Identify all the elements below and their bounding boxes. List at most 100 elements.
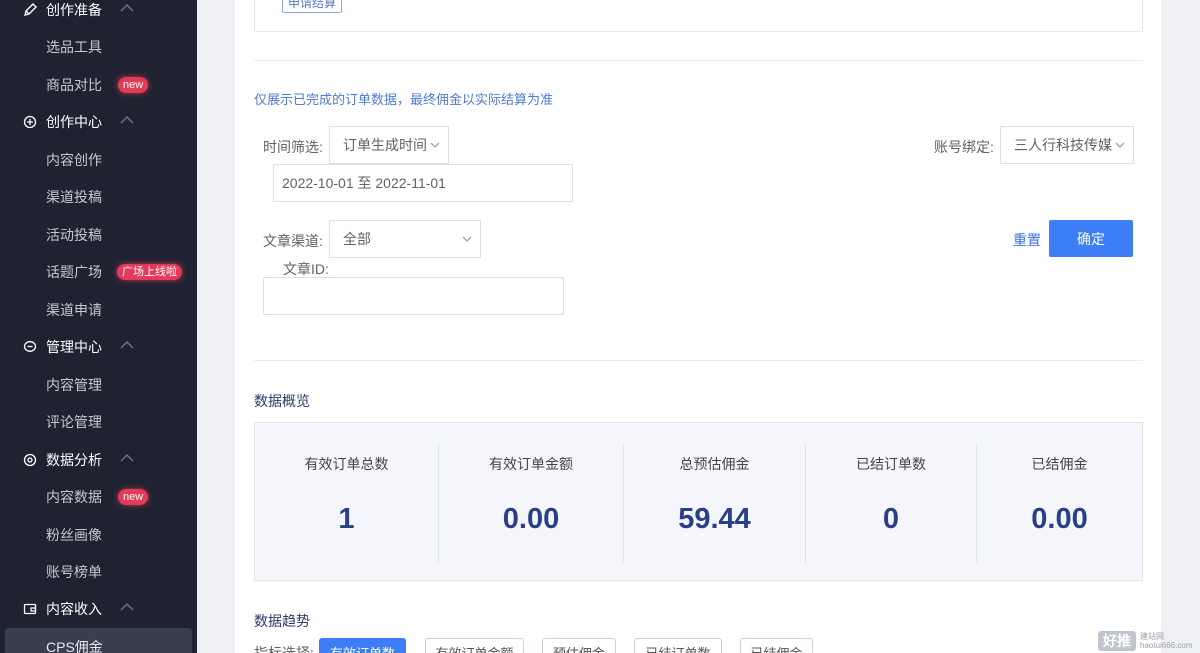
watermark: 好推 建站网 haotui666.com bbox=[1098, 630, 1192, 652]
sidebar-item-label: 渠道投稿 bbox=[46, 188, 102, 205]
sidebar-item-label: 账号榜单 bbox=[46, 563, 102, 580]
sidebar-group-creation-center[interactable]: 创作中心 bbox=[0, 103, 197, 140]
chip-settled-commission[interactable]: 已结佣金 bbox=[740, 638, 813, 653]
article-id-input[interactable] bbox=[263, 277, 564, 315]
stat-estimated-commission: 总预估佣金 59.44 bbox=[624, 423, 805, 580]
sidebar-item-label: CPS佣金 bbox=[46, 638, 103, 653]
overview-title: 数据概览 bbox=[254, 393, 310, 409]
divider bbox=[254, 360, 1143, 361]
stat-value: 0.00 bbox=[502, 503, 560, 535]
stat-label: 已结佣金 bbox=[1031, 456, 1088, 472]
sidebar-item-topic-plaza[interactable]: 话题广场 广场上线啦 bbox=[0, 253, 197, 290]
date-range-value: 2022-10-01 至 2022-11-01 bbox=[282, 175, 446, 191]
chevron-up-icon bbox=[120, 454, 134, 462]
pencil-icon bbox=[22, 2, 38, 18]
sidebar-item-content-manage[interactable]: 内容管理 bbox=[0, 366, 197, 403]
sidebar-item-label: 商品对比 bbox=[46, 76, 102, 93]
sidebar-item-comment-manage[interactable]: 评论管理 bbox=[0, 403, 197, 440]
stat-value: 1 bbox=[338, 503, 355, 535]
watermark-logo: 好推 bbox=[1098, 631, 1136, 651]
sidebar-item-account-ranking[interactable]: 账号榜单 bbox=[0, 553, 197, 590]
sidebar-group-creation-prep[interactable]: 创作准备 bbox=[0, 0, 197, 28]
reset-button[interactable]: 重置 bbox=[1013, 230, 1041, 250]
chip-valid-amount[interactable]: 有效订单金额 bbox=[425, 638, 524, 653]
stat-label: 有效订单总数 bbox=[304, 456, 389, 472]
notice-text: 仅展示已完成的订单数据，最终佣金以实际结算为准 bbox=[254, 92, 554, 107]
sidebar-group-label: 管理中心 bbox=[46, 338, 102, 355]
account-select[interactable]: 三人行科技传媒 bbox=[1000, 126, 1134, 164]
chip-valid-orders[interactable]: 有效订单数 bbox=[319, 638, 406, 653]
stat-value: 0 bbox=[882, 503, 900, 535]
sidebar-group-data-analysis[interactable]: 数据分析 bbox=[0, 441, 197, 478]
stat-valid-amount: 有效订单金额 0.00 bbox=[439, 423, 623, 580]
sidebar-item-content-data[interactable]: 内容数据 new bbox=[0, 478, 197, 515]
sidebar-item-label: 渠道申请 bbox=[46, 301, 102, 318]
stat-label: 已结订单数 bbox=[856, 456, 926, 472]
article-id-label: 文章ID: bbox=[283, 261, 329, 277]
sidebar-item-label: 话题广场 bbox=[46, 263, 102, 280]
sidebar-item-content-create[interactable]: 内容创作 bbox=[0, 141, 197, 178]
stat-label: 有效订单金额 bbox=[489, 456, 573, 472]
time-type-select[interactable]: 订单生成时间 bbox=[329, 126, 449, 164]
chip-settled-orders[interactable]: 已结订单数 bbox=[634, 638, 722, 653]
sidebar-group-label: 内容收入 bbox=[46, 600, 102, 617]
chevron-up-icon bbox=[120, 341, 134, 349]
time-filter-label: 时间筛选: bbox=[263, 139, 323, 155]
date-range-picker[interactable]: 2022-10-01 至 2022-11-01 bbox=[273, 164, 573, 202]
apply-settlement-button[interactable]: 申请结算 bbox=[282, 0, 343, 13]
stat-label: 总预估佣金 bbox=[679, 456, 750, 472]
chevron-up-icon bbox=[120, 4, 134, 12]
sidebar-item-label: 内容创作 bbox=[46, 151, 102, 168]
sidebar-item-label: 内容管理 bbox=[46, 376, 102, 393]
sidebar-group-management[interactable]: 管理中心 bbox=[0, 328, 197, 365]
sidebar-item-label: 评论管理 bbox=[46, 413, 102, 430]
chevron-up-icon bbox=[120, 116, 134, 124]
channel-label: 文章渠道: bbox=[263, 233, 323, 249]
sidebar-item-channel-submit[interactable]: 渠道投稿 bbox=[0, 178, 197, 215]
sidebar-item-channel-apply[interactable]: 渠道申请 bbox=[0, 291, 197, 328]
indicator-label: 指标选择: bbox=[254, 645, 314, 653]
sidebar-item-product-compare[interactable]: 商品对比 new bbox=[0, 66, 197, 103]
sidebar-item-label: 内容数据 bbox=[46, 488, 102, 505]
right-gutter bbox=[1161, 0, 1200, 653]
sidebar-item-label: 粉丝画像 bbox=[46, 526, 102, 543]
channel-select[interactable]: 全部 bbox=[329, 220, 481, 258]
overview-card: 有效订单总数 1 有效订单金额 0.00 总预估佣金 59.44 已结订单数 0… bbox=[254, 422, 1143, 581]
sidebar: 创作准备 选品工具 商品对比 new 创作中心 内容创作 渠道投稿 活动投稿 话… bbox=[0, 0, 197, 653]
stat-settled-commission: 已结佣金 0.00 bbox=[977, 423, 1142, 580]
channel-value: 全部 bbox=[343, 231, 371, 247]
sidebar-group-label: 创作中心 bbox=[46, 113, 102, 130]
stat-settled-orders: 已结订单数 0 bbox=[806, 423, 976, 580]
sidebar-item-label: 活动投稿 bbox=[46, 226, 102, 243]
new-badge: new bbox=[118, 489, 149, 505]
confirm-button[interactable]: 确定 bbox=[1049, 220, 1133, 257]
sidebar-item-fan-profile[interactable]: 粉丝画像 bbox=[0, 516, 197, 553]
chevron-up-icon bbox=[120, 603, 134, 611]
sidebar-item-activity-submit[interactable]: 活动投稿 bbox=[0, 216, 197, 253]
watermark-line1: 建站网 bbox=[1140, 632, 1164, 641]
sidebar-group-label: 数据分析 bbox=[46, 451, 102, 468]
account-bind-label: 账号绑定: bbox=[934, 139, 994, 155]
trend-title: 数据趋势 bbox=[254, 613, 310, 629]
launch-badge: 广场上线啦 bbox=[117, 264, 182, 280]
watermark-line2: haotui666.com bbox=[1140, 641, 1193, 650]
plus-circle-icon bbox=[22, 114, 38, 130]
time-type-value: 订单生成时间 bbox=[343, 137, 427, 153]
divider bbox=[254, 60, 1143, 61]
chevron-down-icon bbox=[430, 142, 440, 148]
stat-value: 0.00 bbox=[1031, 503, 1088, 535]
target-icon bbox=[22, 452, 38, 468]
watermark-text: 建站网 haotui666.com bbox=[1140, 632, 1192, 650]
chat-bubble-icon bbox=[22, 339, 38, 355]
sidebar-group-label: 创作准备 bbox=[46, 1, 102, 18]
settlement-box bbox=[254, 0, 1143, 32]
sidebar-item-product-tool[interactable]: 选品工具 bbox=[0, 28, 197, 65]
sidebar-item-label: 选品工具 bbox=[46, 38, 102, 55]
account-value: 三人行科技传媒 bbox=[1014, 137, 1112, 153]
chevron-down-icon bbox=[1115, 142, 1125, 148]
chevron-down-icon bbox=[462, 236, 472, 242]
sidebar-group-content-income[interactable]: 内容收入 bbox=[0, 590, 197, 627]
chip-estimated-commission[interactable]: 预估佣金 bbox=[542, 638, 616, 653]
stat-valid-orders: 有效订单总数 1 bbox=[255, 423, 438, 580]
sidebar-item-cps-commission[interactable]: CPS佣金 bbox=[5, 628, 192, 653]
